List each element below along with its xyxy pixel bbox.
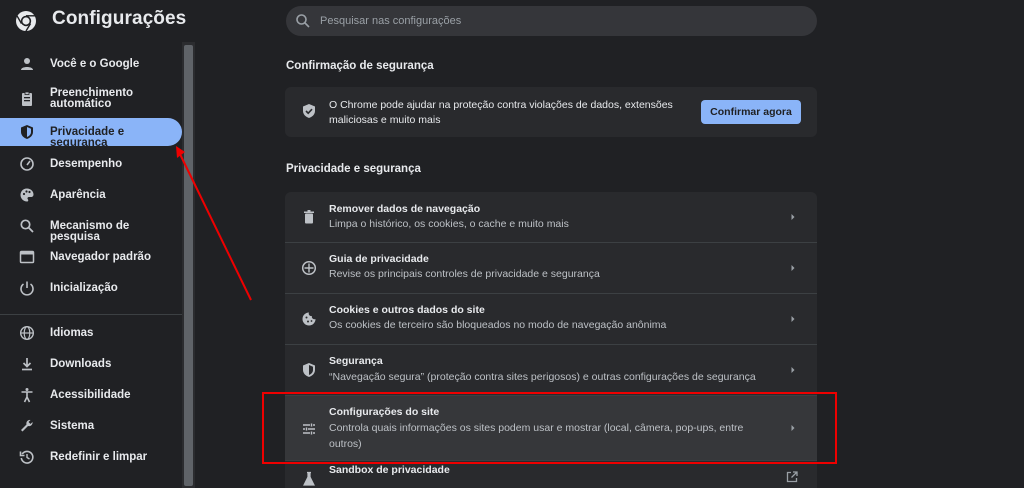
search-box[interactable] xyxy=(286,6,817,36)
check-now-button[interactable]: Confirmar agora xyxy=(701,100,801,124)
chevron-right-icon xyxy=(791,316,795,322)
wrench-icon xyxy=(21,419,33,432)
sidebar-item-label: Preenchimento automático xyxy=(50,87,134,110)
sidebar-item-label: Navegador padrão xyxy=(50,251,151,263)
row-description: Os cookies de terceiro são bloqueados no… xyxy=(329,319,667,331)
section-title-privacy: Privacidade e segurança xyxy=(286,163,421,175)
trash-icon xyxy=(304,210,314,224)
sliders-icon xyxy=(303,423,315,435)
sidebar-item-label: Redefinir e limpar xyxy=(50,451,148,463)
row-title: Remover dados de navegação xyxy=(329,203,481,215)
header: Configurações xyxy=(0,0,1024,42)
sidebar-item-label: Privacidade e segurança xyxy=(50,126,125,149)
sidebar: Você e o Google Preenchimento automático… xyxy=(0,42,182,488)
sidebar-item-label: Downloads xyxy=(50,358,112,370)
chevron-right-icon xyxy=(791,214,795,220)
chevron-right-icon xyxy=(791,425,795,431)
browser-icon xyxy=(19,250,35,264)
sidebar-item-label: Acessibilidade xyxy=(50,389,131,401)
row-description: Controla quais informações os sites pode… xyxy=(329,422,744,450)
sidebar-scrollbar[interactable] xyxy=(182,42,195,488)
external-link-icon xyxy=(786,471,798,483)
power-icon xyxy=(20,281,34,296)
sidebar-item-languages[interactable]: Idiomas xyxy=(0,322,182,344)
sidebar-item-label: Mecanismo de pesquisa xyxy=(50,220,130,243)
sidebar-item-performance[interactable]: Desempenho xyxy=(0,153,182,175)
row-privacy-sandbox[interactable]: Sandbox de privacidade xyxy=(285,461,817,488)
search-input[interactable] xyxy=(320,6,800,36)
sidebar-item-appearance[interactable]: Aparência xyxy=(0,184,182,206)
search-icon xyxy=(296,14,310,28)
sidebar-item-accessibility[interactable]: Acessibilidade xyxy=(0,384,182,406)
sidebar-item-label: Desempenho xyxy=(50,158,123,170)
shield-check-icon xyxy=(303,104,315,118)
reset-icon xyxy=(19,450,34,464)
sidebar-item-default-browser[interactable]: Navegador padrão xyxy=(0,246,182,268)
shield-icon xyxy=(303,363,315,377)
sidebar-item-system[interactable]: Sistema xyxy=(0,415,182,437)
compass-icon xyxy=(301,260,317,276)
flask-icon xyxy=(303,471,315,486)
sidebar-item-label: Inicialização xyxy=(50,282,118,294)
row-title: Sandbox de privacidade xyxy=(329,464,450,476)
sidebar-item-search-engine[interactable]: Mecanismo de pesquisa xyxy=(0,215,182,243)
sidebar-item-label: Sistema xyxy=(50,420,95,432)
row-description: “Navegação segura” (proteção contra site… xyxy=(329,371,756,383)
sidebar-item-privacy[interactable]: Privacidade e segurança xyxy=(0,118,182,149)
chevron-right-icon xyxy=(791,367,795,373)
sidebar-item-label: Você e o Google xyxy=(50,58,140,70)
sidebar-item-on-startup[interactable]: Inicialização xyxy=(0,277,182,299)
row-description: Limpa o histórico, os cookies, o cache e… xyxy=(329,218,569,230)
sidebar-item-reset[interactable]: Redefinir e limpar xyxy=(0,446,182,468)
page-title: Configurações xyxy=(52,8,187,29)
row-title: Configurações do site xyxy=(329,406,440,418)
download-icon xyxy=(22,358,32,371)
sidebar-item-label: Aparência xyxy=(50,189,106,201)
safety-check-card: O Chrome pode ajudar na proteção contra … xyxy=(285,87,817,137)
sidebar-item-downloads[interactable]: Downloads xyxy=(0,353,182,375)
speedometer-icon xyxy=(20,157,34,171)
main-content: Confirmação de segurança O Chrome pode a… xyxy=(195,42,1024,488)
shield-icon xyxy=(21,125,33,139)
row-cookies[interactable]: Cookies e outros dados do site Os cookie… xyxy=(285,294,817,344)
row-description: Revise os principais controles de privac… xyxy=(329,268,600,280)
globe-icon xyxy=(19,325,35,341)
row-security[interactable]: Segurança “Navegação segura” (proteção c… xyxy=(285,345,817,395)
sidebar-item-autofill[interactable]: Preenchimento automático xyxy=(0,82,182,116)
row-title: Segurança xyxy=(329,355,383,367)
sidebar-item-you-and-google[interactable]: Você e o Google xyxy=(0,53,182,75)
row-title: Cookies e outros dados do site xyxy=(329,304,485,316)
privacy-card: Remover dados de navegação Limpa o histó… xyxy=(285,192,817,488)
accessibility-icon xyxy=(21,388,33,403)
section-title-safety-check: Confirmação de segurança xyxy=(286,60,434,72)
chevron-right-icon xyxy=(791,265,795,271)
palette-icon xyxy=(20,188,34,202)
person-icon xyxy=(21,58,33,70)
scrollbar-thumb[interactable] xyxy=(184,45,193,486)
sidebar-item-label: Idiomas xyxy=(50,327,94,339)
row-privacy-guide[interactable]: Guia de privacidade Revise os principais… xyxy=(285,243,817,293)
chrome-logo-icon xyxy=(16,11,36,32)
row-site-settings[interactable]: Configurações do site Controla quais inf… xyxy=(285,396,817,460)
row-clear-browsing-data[interactable]: Remover dados de navegação Limpa o histó… xyxy=(285,192,817,242)
clipboard-icon xyxy=(22,91,32,106)
row-title: Guia de privacidade xyxy=(329,253,429,265)
cookie-icon xyxy=(302,312,316,326)
sidebar-divider xyxy=(0,314,182,315)
safety-check-text: O Chrome pode ajudar na proteção contra … xyxy=(329,99,673,126)
search-icon xyxy=(20,219,34,233)
